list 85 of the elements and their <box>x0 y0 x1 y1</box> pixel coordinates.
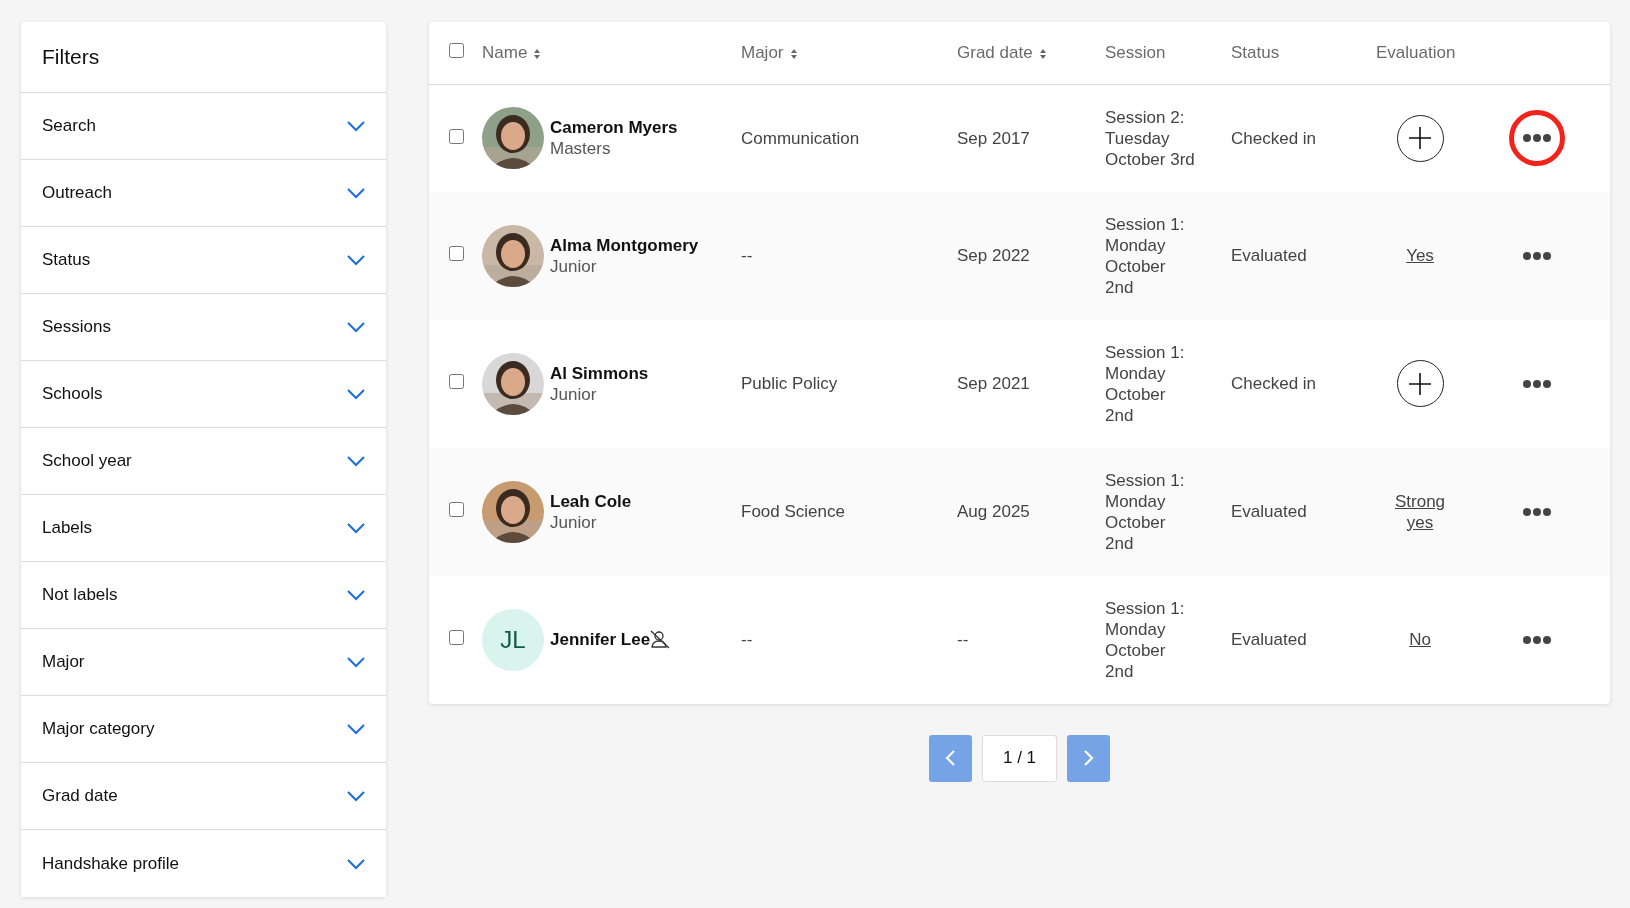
plus-icon <box>1409 372 1431 395</box>
more-icon <box>1523 134 1551 142</box>
row-checkbox[interactable] <box>449 630 464 645</box>
sort-icon[interactable] <box>1039 48 1046 59</box>
session-text: Session 1: Monday October 2nd <box>1105 470 1185 553</box>
more-options-button[interactable] <box>1509 110 1565 166</box>
session-text: Session 1: Monday October 2nd <box>1105 598 1185 681</box>
filter-item[interactable]: Schools <box>21 361 386 428</box>
sort-icon[interactable] <box>534 48 541 59</box>
chevron-down-icon <box>346 120 366 132</box>
plus-icon <box>1409 127 1431 149</box>
filter-item[interactable]: Major category <box>21 696 386 763</box>
panel-title: Filters <box>42 44 100 71</box>
filter-item[interactable]: Major <box>21 629 386 696</box>
row-checkbox[interactable] <box>449 128 464 144</box>
row-checkbox[interactable] <box>449 246 464 261</box>
filter-item[interactable]: Grad date <box>21 763 386 830</box>
evaluation-link[interactable]: No <box>1390 629 1450 650</box>
chevron-down-icon <box>346 388 366 400</box>
filter-item[interactable]: Handshake profile <box>21 830 386 897</box>
filter-item[interactable]: School year <box>21 428 386 495</box>
status-text: Evaluated <box>1231 630 1307 649</box>
page-indicator: 1 / 1 <box>982 734 1057 782</box>
filter-item[interactable]: Labels <box>21 495 386 562</box>
column-header: Status <box>1231 43 1280 62</box>
sort-icon[interactable] <box>790 48 797 59</box>
grad-date-text: Sep 2021 <box>957 374 1030 393</box>
column-header: Session <box>1105 43 1166 62</box>
status-text: Checked in <box>1231 374 1317 393</box>
evaluation-link[interactable]: Yes <box>1390 245 1450 266</box>
chevron-left-icon <box>945 750 956 766</box>
student-name[interactable]: Cameron Myers <box>550 117 678 138</box>
filter-item[interactable]: Outreach <box>21 160 386 227</box>
student-name[interactable]: Alma Montgomery <box>550 234 699 256</box>
row-checkbox[interactable] <box>449 502 464 517</box>
avatar-initials: JL <box>482 608 544 671</box>
column-header: Evaluation <box>1376 43 1456 62</box>
session-text: Session 1: Monday October 2nd <box>1105 214 1185 297</box>
chevron-down-icon <box>346 723 366 735</box>
filter-item[interactable]: Status <box>21 227 386 294</box>
person-off-icon <box>650 630 671 649</box>
chevron-down-icon <box>346 656 366 668</box>
student-name[interactable]: Leah Cole <box>550 490 632 512</box>
major-text: -- <box>741 246 753 265</box>
grad-date-text: Sep 2017 <box>957 128 1030 148</box>
student-name[interactable]: Jennifer Lee <box>550 629 651 650</box>
student-year: Masters <box>550 138 612 159</box>
row-checkbox[interactable] <box>449 374 464 389</box>
add-evaluation-button[interactable] <box>1396 360 1444 407</box>
grad-date-text: -- <box>957 630 969 649</box>
more-icon <box>1523 251 1551 260</box>
status-text: Checked in <box>1231 128 1317 148</box>
grad-date-text: Sep 2022 <box>957 246 1030 265</box>
chevron-right-icon <box>1083 750 1094 766</box>
chevron-down-icon <box>346 254 366 266</box>
filter-item[interactable]: Not labels <box>21 562 386 629</box>
more-icon <box>1523 635 1551 644</box>
filter-item[interactable]: Search <box>21 93 386 160</box>
chevron-down-icon <box>346 187 366 199</box>
more-icon <box>1523 379 1551 388</box>
chevron-down-icon <box>346 522 366 534</box>
chevron-down-icon <box>346 455 366 467</box>
session-text: Session 1: Monday October 2nd <box>1105 342 1185 425</box>
student-name[interactable]: Al Simmons <box>550 362 649 384</box>
grad-date-text: Aug 2025 <box>957 502 1030 521</box>
chevron-down-icon <box>346 589 366 601</box>
student-year: Junior <box>550 255 598 277</box>
column-header[interactable]: Major <box>741 43 784 62</box>
column-header[interactable]: Name <box>482 43 528 62</box>
chevron-down-icon <box>346 321 366 333</box>
select-all-checkbox[interactable] <box>449 43 464 58</box>
session-text: Session 2: Tuesday October 3rd <box>1105 107 1195 169</box>
column-header[interactable]: Grad date <box>957 43 1033 62</box>
status-text: Evaluated <box>1231 502 1307 521</box>
major-text: Food Science <box>741 502 845 521</box>
chevron-down-icon <box>346 857 366 870</box>
status-text: Evaluated <box>1231 246 1307 265</box>
major-text: Public Policy <box>741 374 838 393</box>
more-icon <box>1523 507 1551 516</box>
major-text: Communication <box>741 128 860 148</box>
chevron-down-icon <box>346 790 366 802</box>
student-year: Junior <box>550 383 598 405</box>
student-year: Junior <box>550 511 598 533</box>
major-text: -- <box>741 630 753 649</box>
filter-item[interactable]: Sessions <box>21 294 386 361</box>
